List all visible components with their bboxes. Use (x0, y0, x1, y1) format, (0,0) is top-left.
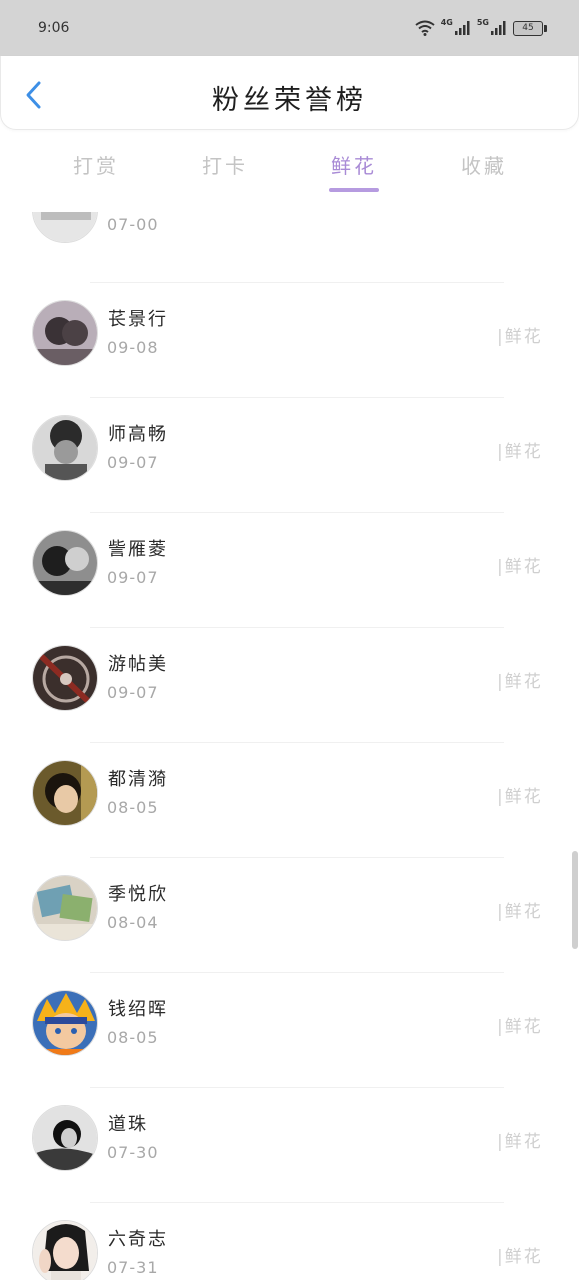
active-tab-indicator (329, 188, 379, 192)
status-bar: 9:06 4G 5G 45 (0, 0, 579, 56)
divider (90, 1202, 504, 1203)
date: 07-30 (107, 1143, 159, 1162)
divider (90, 857, 504, 858)
avatar (32, 212, 98, 243)
divider (90, 627, 504, 628)
tab-flowers[interactable]: 鲜花 (309, 150, 399, 179)
header: 粉丝荣誉榜 (0, 56, 579, 130)
list-item[interactable]: 季悦欣 08-04 |鲜花 (0, 857, 579, 972)
date: 08-04 (107, 913, 159, 932)
avatar (32, 1105, 98, 1171)
list-item[interactable]: 钱绍晖 08-05 |鲜花 (0, 972, 579, 1087)
signal-icon (491, 21, 506, 35)
divider (90, 972, 504, 973)
tab-bar: 打赏 打卡 鲜花 收藏 (0, 130, 579, 210)
gift-label: |鲜花 (497, 902, 543, 922)
date: 07-31 (107, 1258, 159, 1277)
divider (90, 397, 504, 398)
gift-label: |鲜花 (497, 1247, 543, 1267)
gift-label: |鲜花 (497, 327, 543, 347)
divider (90, 512, 504, 513)
tab-favorites[interactable]: 收藏 (439, 150, 529, 179)
divider (90, 282, 504, 283)
date: 09-07 (107, 683, 159, 702)
avatar (32, 415, 98, 481)
list-item[interactable]: 訾雁菱 09-07 |鲜花 (0, 512, 579, 627)
battery-icon: 45 (513, 20, 547, 36)
fan-name: 季悦欣 (108, 884, 168, 905)
scrollbar[interactable] (572, 851, 578, 949)
fan-name: 訾雁菱 (108, 539, 168, 560)
date: 09-08 (107, 338, 159, 357)
page-title: 粉丝荣誉榜 (212, 85, 367, 116)
fan-name: 六奇志 (108, 1229, 168, 1250)
avatar (32, 530, 98, 596)
avatar (32, 1220, 98, 1280)
date: 09-07 (107, 568, 159, 587)
list-item[interactable]: 都清漪 08-05 |鲜花 (0, 742, 579, 857)
list-item[interactable]: 07-00 (0, 212, 579, 282)
gift-label: |鲜花 (497, 1132, 543, 1152)
fan-name: 钱绍晖 (108, 999, 168, 1020)
list-item[interactable]: 苌景行 09-08 |鲜花 (0, 282, 579, 397)
avatar (32, 990, 98, 1056)
date: 07-00 (107, 215, 159, 234)
signal-icon (454, 21, 470, 35)
network-label-2: 5G (476, 17, 489, 27)
network-label-1: 4G (440, 17, 453, 27)
list-item[interactable]: 六奇志 07-31 |鲜花 (0, 1202, 579, 1280)
gift-label: |鲜花 (497, 1017, 543, 1037)
avatar (32, 875, 98, 941)
gift-label: |鲜花 (497, 442, 543, 462)
gift-label: |鲜花 (497, 672, 543, 692)
date: 08-05 (107, 798, 159, 817)
fan-list[interactable]: 07-00 苌景行 09-08 |鲜花 师高畅 09-07 |鲜花 訾雁菱 09… (0, 212, 579, 1280)
fan-name: 师高畅 (108, 424, 168, 445)
avatar (32, 300, 98, 366)
list-item[interactable]: 师高畅 09-07 |鲜花 (0, 397, 579, 512)
wifi-icon (415, 20, 435, 36)
date: 08-05 (107, 1028, 159, 1047)
divider (90, 742, 504, 743)
fan-list-content: 07-00 苌景行 09-08 |鲜花 师高畅 09-07 |鲜花 訾雁菱 09… (0, 212, 579, 1280)
divider (90, 1087, 504, 1088)
fan-name: 游帖美 (108, 654, 168, 675)
status-icons: 4G 5G 45 (415, 17, 547, 36)
date: 09-07 (107, 453, 159, 472)
list-item[interactable]: 游帖美 09-07 |鲜花 (0, 627, 579, 742)
tab-checkin[interactable]: 打卡 (180, 150, 270, 179)
fan-name: 苌景行 (108, 309, 168, 330)
avatar (32, 645, 98, 711)
avatar (32, 760, 98, 826)
gift-label: |鲜花 (497, 557, 543, 577)
fan-name: 都清漪 (108, 769, 168, 790)
fan-name: 道珠 (108, 1114, 148, 1135)
tab-reward[interactable]: 打赏 (51, 150, 141, 179)
list-item[interactable]: 道珠 07-30 |鲜花 (0, 1087, 579, 1202)
status-time: 9:06 (38, 20, 70, 36)
gift-label: |鲜花 (497, 787, 543, 807)
battery-level: 45 (522, 23, 534, 33)
